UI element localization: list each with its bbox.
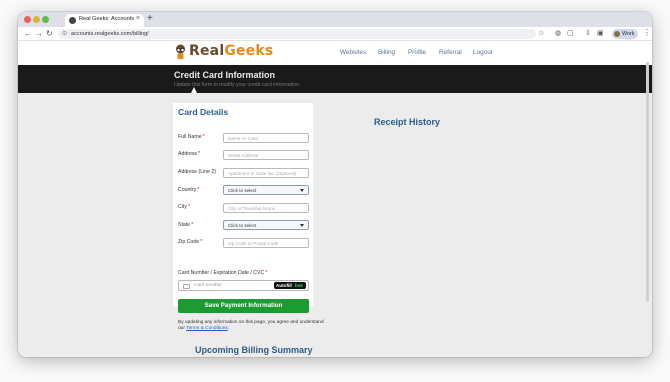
new-tab-icon[interactable]: + (147, 13, 153, 25)
address-line2-label: Address (Line 2) (178, 169, 217, 175)
chevron-down-icon (300, 224, 304, 227)
address-input[interactable]: Street Address (223, 150, 309, 160)
menu-icon[interactable]: ⋮ (643, 28, 651, 37)
avatar (614, 31, 620, 37)
profile-button[interactable]: Work (612, 29, 638, 39)
upcoming-billing-heading: Upcoming Billing Summary (195, 345, 313, 355)
zip-code-label: Zip Code* (178, 239, 203, 245)
nav-websites[interactable]: Websites (340, 49, 366, 56)
country-select[interactable]: Click to select (223, 185, 309, 195)
bookmark-star-icon[interactable]: ☆ (538, 29, 544, 39)
card-details-panel: Card Details Full Name* Name on Card Add… (173, 103, 313, 306)
download-icon[interactable]: ⇩ (585, 29, 591, 39)
geek-logo-icon[interactable] (175, 44, 186, 60)
nav-profile[interactable]: Profile (408, 49, 426, 56)
card-details-title: Card Details (178, 107, 229, 117)
nav-logout[interactable]: Logout (473, 49, 493, 56)
address-line2-input[interactable]: Apartment or Suite No. (Optional) (223, 168, 309, 178)
state-label: State* (178, 222, 194, 228)
city-label: City* (178, 204, 191, 210)
browser-window: Real Geeks: Accounts × + ← → ↻ ⊙ account… (18, 12, 652, 357)
tab-strip: Real Geeks: Accounts × + (18, 12, 652, 27)
address-bar[interactable]: ⊙ accounts.realgeeks.com/billing/ (58, 29, 536, 39)
content-area (18, 93, 652, 357)
url-text: accounts.realgeeks.com/billing/ (71, 30, 149, 37)
forward-icon[interactable]: → (35, 28, 43, 40)
nav-referral[interactable]: Referral (439, 49, 462, 56)
terms-link[interactable]: Terms & Conditions (186, 326, 228, 331)
credit-card-icon (183, 283, 190, 289)
back-icon[interactable]: ← (24, 28, 32, 40)
banner-notch (191, 87, 197, 93)
terms-disclaimer: By updating any information on this page… (178, 320, 324, 331)
autofill-link-button[interactable]: Autofill link (274, 282, 306, 289)
full-name-input[interactable]: Name on Card (223, 133, 309, 143)
page-scrollbar[interactable] (646, 62, 649, 302)
card-number-label: Card Number / Expiration Date / CVC* (178, 270, 268, 276)
maximize-window-button[interactable] (42, 16, 49, 23)
country-label: Country* (178, 187, 200, 193)
profile-label: Work (622, 30, 635, 37)
site-logo[interactable]: RealGeeks (189, 43, 273, 59)
browser-tab[interactable]: Real Geeks: Accounts × (65, 14, 144, 27)
page-banner: Credit Card Information Update this form… (18, 65, 652, 93)
close-tab-icon[interactable]: × (136, 15, 140, 22)
city-input[interactable]: City or Township Name (223, 203, 309, 213)
site-info-icon[interactable]: ⊙ (62, 30, 67, 37)
chevron-down-icon (300, 189, 304, 192)
card-number-input[interactable]: Card number Autofill link (178, 280, 309, 291)
full-name-label: Full Name* (178, 134, 205, 140)
browser-toolbar: ← → ↻ ⊙ accounts.realgeeks.com/billing/ … (18, 27, 652, 41)
reload-icon[interactable]: ↻ (46, 28, 53, 40)
page-title: Credit Card Information (174, 70, 276, 80)
save-payment-button[interactable]: Save Payment Information (178, 299, 309, 313)
address-label: Address* (178, 151, 201, 157)
minimize-window-button[interactable] (33, 16, 40, 23)
nav-billing[interactable]: Billing (378, 49, 395, 56)
site-header: RealGeeks Websites Billing Profile Refer… (18, 41, 652, 65)
extension-icon[interactable]: ◍ (555, 29, 561, 39)
favicon-icon (69, 17, 76, 24)
state-select[interactable]: Click to select (223, 220, 309, 230)
close-window-button[interactable] (24, 16, 31, 23)
sidebar-icon[interactable]: ▣ (597, 29, 604, 39)
zip-code-input[interactable]: Zip Code or Postal Code (223, 238, 309, 248)
receipt-history-heading: Receipt History (374, 117, 441, 127)
puzzle-icon[interactable]: ▢ (567, 29, 574, 39)
tab-title: Real Geeks: Accounts (79, 16, 135, 22)
